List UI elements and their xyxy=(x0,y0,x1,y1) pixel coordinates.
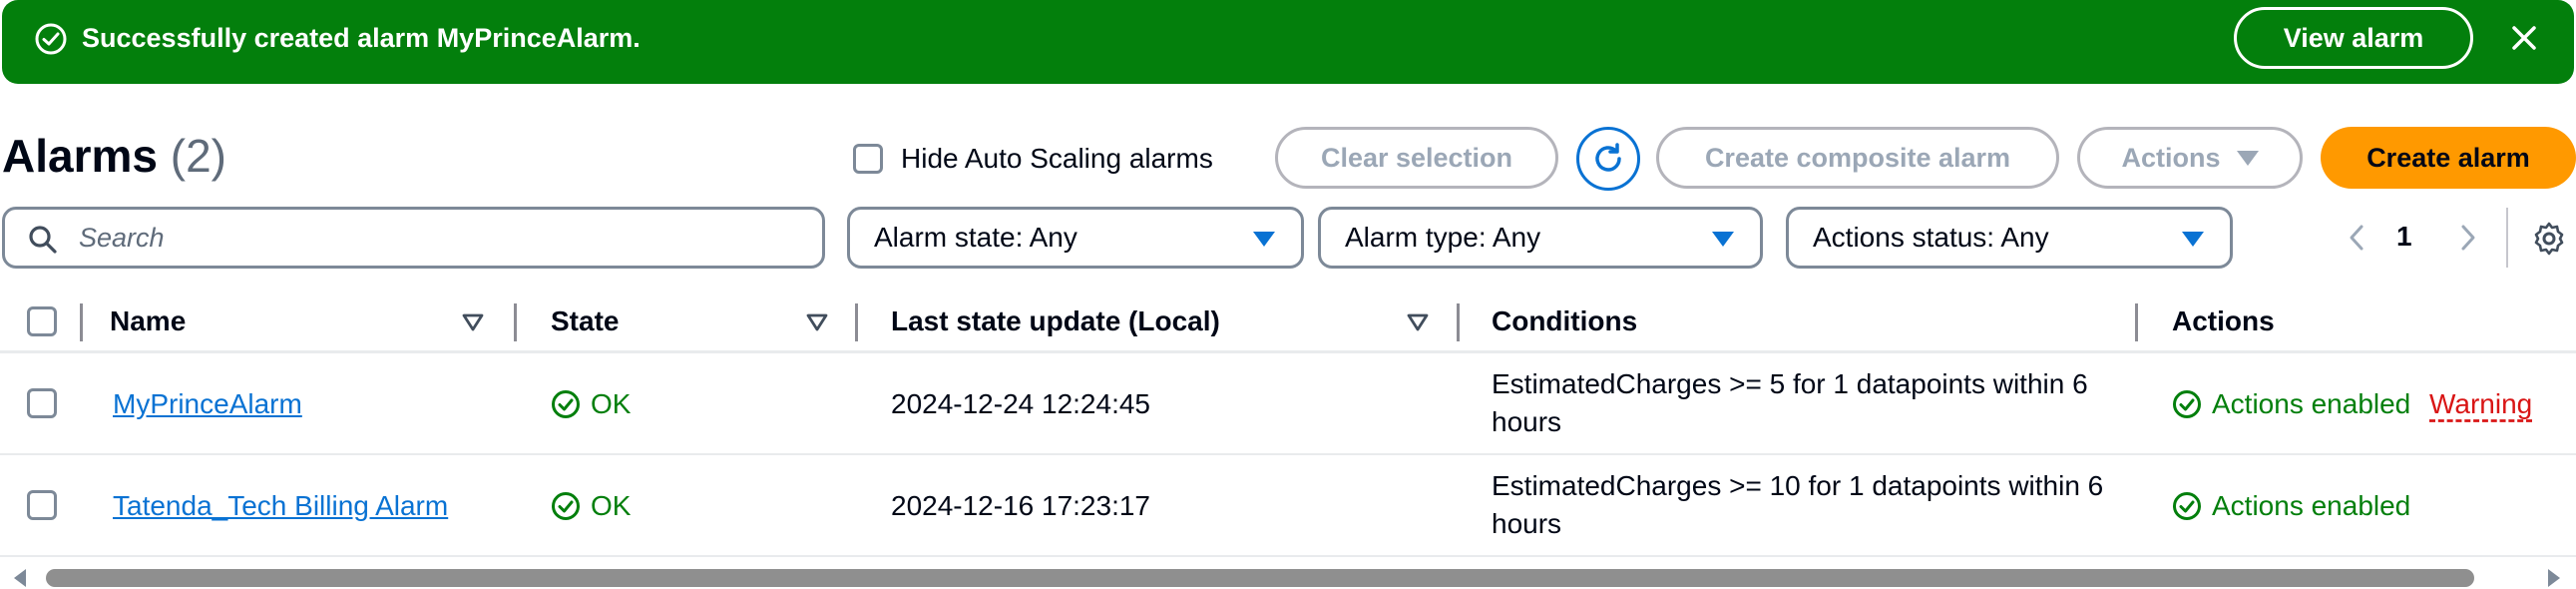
caret-down-icon xyxy=(1253,232,1275,247)
alarm-type-value: Alarm type: Any xyxy=(1345,222,1541,253)
last-update-value: 2024-12-16 17:23:17 xyxy=(891,490,1150,521)
alarm-state-value: Alarm state: Any xyxy=(874,222,1077,253)
current-page-number[interactable]: 1 xyxy=(2396,218,2412,256)
sort-icon[interactable] xyxy=(461,311,485,333)
warning-link[interactable]: Warning xyxy=(2429,385,2532,423)
flash-message: Successfully created alarm MyPrinceAlarm… xyxy=(82,23,641,53)
hide-autoscaling-toggle[interactable]: Hide Auto Scaling alarms xyxy=(853,141,1213,177)
scroll-left-arrow-icon[interactable] xyxy=(14,569,26,587)
state-text: OK xyxy=(591,490,632,521)
gear-icon[interactable] xyxy=(2531,221,2567,257)
actions-status: Actions enabled xyxy=(2172,487,2410,525)
column-divider xyxy=(2135,303,2138,341)
success-flashbar: Successfully created alarm MyPrinceAlarm… xyxy=(2,0,2574,84)
search-input[interactable] xyxy=(77,218,815,258)
ok-check-icon xyxy=(2173,390,2201,418)
hide-autoscaling-checkbox[interactable] xyxy=(853,144,883,174)
actions-status-text: Actions enabled xyxy=(2212,388,2411,419)
conditions-value: EstimatedCharges >= 10 for 1 datapoints … xyxy=(1492,470,2104,539)
column-header-state[interactable]: State xyxy=(551,303,619,339)
select-all-checkbox[interactable] xyxy=(27,306,57,336)
caret-down-icon xyxy=(2182,232,2204,247)
last-update-value: 2024-12-24 12:24:45 xyxy=(891,388,1150,419)
create-composite-alarm-button[interactable]: Create composite alarm xyxy=(1656,127,2059,189)
page-title-text: Alarms xyxy=(2,130,158,182)
table-header-row: Name State Last state update (Local) Con… xyxy=(0,290,2576,353)
actions-status-value: Actions status: Any xyxy=(1813,222,2049,253)
column-header-name[interactable]: Name xyxy=(110,303,186,339)
ok-check-icon xyxy=(552,390,580,418)
alarm-count: (2) xyxy=(170,130,226,182)
column-divider xyxy=(1457,303,1460,341)
success-check-icon xyxy=(35,23,67,55)
refresh-button[interactable] xyxy=(1576,127,1640,191)
column-header-last-update[interactable]: Last state update (Local) xyxy=(891,303,1220,339)
search-icon xyxy=(29,226,57,254)
alarm-name-link[interactable]: Tatenda_Tech Billing Alarm xyxy=(113,487,448,525)
ok-check-icon xyxy=(552,492,580,520)
sort-icon[interactable] xyxy=(1406,311,1430,333)
row-select-checkbox[interactable] xyxy=(27,490,57,520)
alarm-type-select[interactable]: Alarm type: Any xyxy=(1318,207,1763,269)
sort-icon[interactable] xyxy=(805,311,829,333)
caret-down-icon xyxy=(1712,232,1734,247)
column-header-actions: Actions xyxy=(2172,305,2275,336)
column-divider xyxy=(514,303,517,341)
view-alarm-button[interactable]: View alarm xyxy=(2234,7,2473,69)
previous-page-icon[interactable] xyxy=(2343,222,2370,254)
conditions-value: EstimatedCharges >= 5 for 1 datapoints w… xyxy=(1492,368,2088,437)
alarm-name-link[interactable]: MyPrinceAlarm xyxy=(113,385,302,423)
search-box[interactable] xyxy=(2,207,825,269)
row-select-checkbox[interactable] xyxy=(27,388,57,418)
table-row: Tatenda_Tech Billing Alarm OK 2024-12-16… xyxy=(0,455,2576,557)
column-header-conditions: Conditions xyxy=(1492,305,1638,336)
actions-status-text: Actions enabled xyxy=(2212,490,2411,521)
scroll-right-arrow-icon[interactable] xyxy=(2548,569,2560,587)
state-indicator: OK xyxy=(551,385,631,423)
table-row: MyPrinceAlarm OK 2024-12-24 12:24:45 Est… xyxy=(0,353,2576,455)
state-indicator: OK xyxy=(551,487,631,525)
close-icon[interactable] xyxy=(2506,20,2542,56)
actions-dropdown-button[interactable]: Actions xyxy=(2077,127,2303,189)
column-divider xyxy=(855,303,858,341)
next-page-icon[interactable] xyxy=(2454,222,2482,254)
column-divider xyxy=(80,303,83,341)
refresh-icon xyxy=(1595,143,1621,172)
create-alarm-button[interactable]: Create alarm xyxy=(2321,127,2576,189)
state-text: OK xyxy=(591,388,632,419)
actions-status: Actions enabled xyxy=(2172,385,2410,423)
alarm-state-select[interactable]: Alarm state: Any xyxy=(847,207,1304,269)
caret-down-icon xyxy=(2236,150,2259,166)
ok-check-icon xyxy=(2173,492,2201,520)
hide-autoscaling-label: Hide Auto Scaling alarms xyxy=(901,143,1213,174)
horizontal-scrollbar[interactable] xyxy=(0,565,2576,589)
pager-divider xyxy=(2506,208,2508,268)
actions-dropdown-label: Actions xyxy=(2121,142,2221,173)
clear-selection-button[interactable]: Clear selection xyxy=(1275,127,1558,189)
actions-status-select[interactable]: Actions status: Any xyxy=(1786,207,2233,269)
scrollbar-thumb[interactable] xyxy=(46,569,2474,587)
page-title: Alarms (2) xyxy=(2,128,226,184)
